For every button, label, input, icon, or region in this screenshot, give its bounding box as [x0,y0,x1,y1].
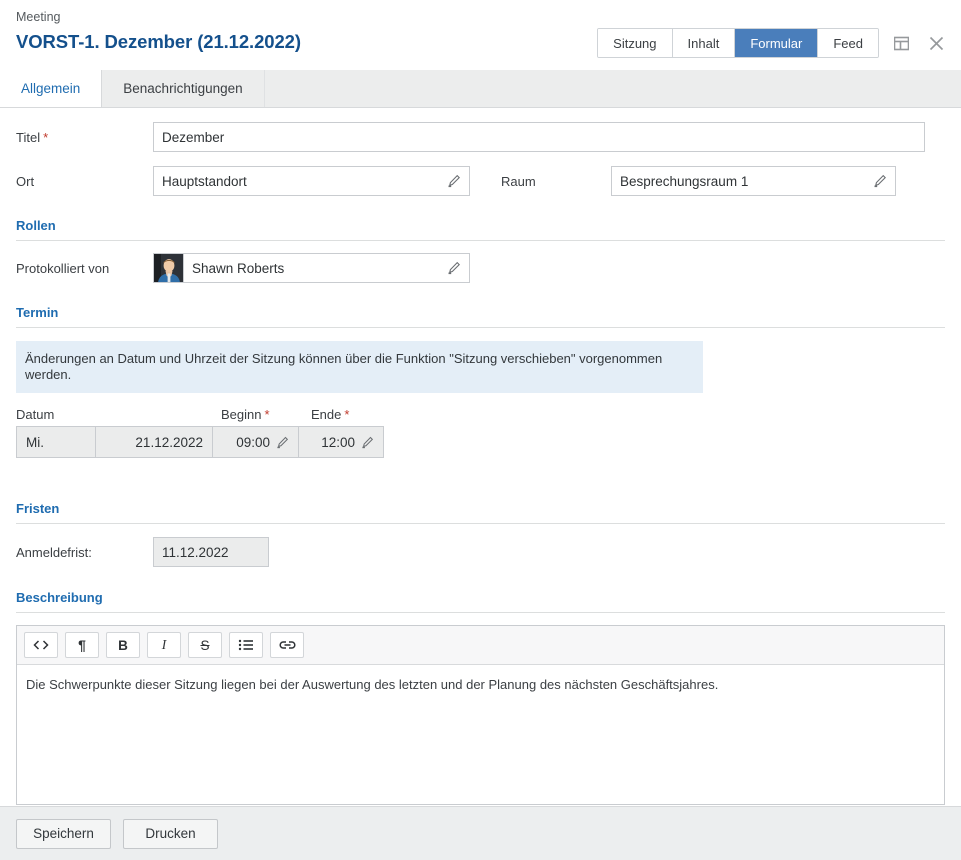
label-raum: Raum [501,173,536,189]
input-titel[interactable]: Dezember [153,122,925,152]
header-kicker: Meeting [16,10,61,24]
print-button[interactable]: Drucken [123,818,218,849]
tab-allgemein[interactable]: Allgemein [0,70,103,107]
edit-pencil-icon[interactable] [361,436,374,449]
footer-action-bar: Speichern Drucken [0,806,961,860]
input-ort-value: Hauptstandort [162,173,247,189]
seg-button-sitzung[interactable]: Sitzung [598,29,673,57]
label-beginn: Beginn * [221,407,270,422]
avatar [153,253,183,283]
field-start-time[interactable]: 09:00 [212,426,298,458]
field-end-time[interactable]: 12:00 [298,426,384,458]
italic-icon[interactable]: I [147,632,181,658]
rich-text-editor: ¶ B I S Die Schwerpunkte dieser Sitzung … [16,625,945,805]
tab-benachrichtigungen[interactable]: Benachrichtigungen [102,70,265,107]
form-body: Titel* Dezember Ort Hauptstandort Raum [0,108,961,806]
required-asterisk-ende: * [344,407,350,422]
bullet-list-icon[interactable] [229,632,263,658]
label-ende: Ende * [311,407,350,422]
field-row-ort-raum: Ort Hauptstandort Raum Besprechungsraum … [16,166,945,196]
close-icon[interactable] [923,30,949,56]
label-anmeldefrist: Anmeldefrist: [16,544,92,560]
section-title-fristen: Fristen [16,501,60,516]
input-ort[interactable]: Hauptstandort [153,166,470,196]
seg-button-inhalt[interactable]: Inhalt [672,29,736,57]
input-raum[interactable]: Besprechungsraum 1 [611,166,896,196]
field-date: 21.12.2022 [95,426,212,458]
section-rollen: Rollen [16,218,945,241]
required-asterisk-beginn: * [264,407,270,422]
edit-pencil-icon[interactable] [447,174,461,188]
source-code-icon[interactable] [24,632,58,658]
section-divider [16,240,945,241]
section-fristen: Fristen [16,501,945,524]
section-title-beschreibung: Beschreibung [16,590,103,605]
field-end-time-value: 12:00 [321,434,355,450]
meeting-form-window: Meeting VORST-1. Dezember (21.12.2022) S… [0,0,961,860]
section-beschreibung: Beschreibung [16,590,945,613]
panel-layout-icon[interactable] [888,30,914,56]
strikethrough-glyph: S [200,637,210,653]
pilcrow-glyph: ¶ [78,637,86,653]
field-row-protokolliert: Protokolliert von Shawn Roberts [16,253,945,283]
editor-toolbar: ¶ B I S [17,626,944,665]
editor-content[interactable]: Die Schwerpunkte dieser Sitzung liegen b… [17,665,944,804]
info-banner: Änderungen an Datum und Uhrzeit der Sitz… [16,341,703,393]
date-row-headers: Datum Beginn * Ende * [16,407,945,422]
input-titel-value: Dezember [162,129,225,145]
field-weekday: Mi. [16,426,95,458]
required-asterisk-titel: * [43,129,49,145]
edit-pencil-icon[interactable] [276,436,289,449]
section-divider [16,612,945,613]
field-start-time-value: 09:00 [236,434,270,450]
link-icon[interactable] [270,632,304,658]
strikethrough-icon[interactable]: S [188,632,222,658]
tab-bar: Allgemein Benachrichtigungen [0,70,961,108]
header-actions: Sitzung Inhalt Formular Feed [597,28,949,58]
input-protokolliert-value: Shawn Roberts [192,260,285,276]
italic-glyph: I [161,637,167,652]
view-segmented-control: Sitzung Inhalt Formular Feed [597,28,879,58]
field-row-anmeldefrist: Anmeldefrist: 11.12.2022 [16,537,945,567]
section-termin: Termin [16,305,945,328]
field-row-titel: Titel * Dezember [16,122,945,152]
window-header: Meeting VORST-1. Dezember (21.12.2022) S… [0,0,961,70]
bold-glyph: B [118,637,128,653]
edit-pencil-icon[interactable] [447,261,461,275]
input-protokolliert-von[interactable]: Shawn Roberts [183,253,470,283]
field-anmeldefrist: 11.12.2022 [153,537,269,567]
pilcrow-icon[interactable]: ¶ [65,632,99,658]
bold-icon[interactable]: B [106,632,140,658]
date-time-row: Mi. 21.12.2022 09:00 12:00 [16,426,945,458]
person-picker-protokolliert[interactable]: Shawn Roberts [153,253,470,283]
edit-pencil-icon[interactable] [873,174,887,188]
section-title-rollen: Rollen [16,218,56,233]
label-datum: Datum [16,407,55,422]
label-ort: Ort [16,173,35,189]
section-divider [16,523,945,524]
seg-button-formular[interactable]: Formular [735,29,819,57]
save-button[interactable]: Speichern [16,818,111,849]
seg-button-feed[interactable]: Feed [818,29,878,57]
label-protokolliert-von: Protokolliert von [16,260,110,276]
input-raum-value: Besprechungsraum 1 [620,173,749,189]
section-divider [16,327,945,328]
label-titel: Titel * [16,129,49,145]
section-title-termin: Termin [16,305,59,320]
